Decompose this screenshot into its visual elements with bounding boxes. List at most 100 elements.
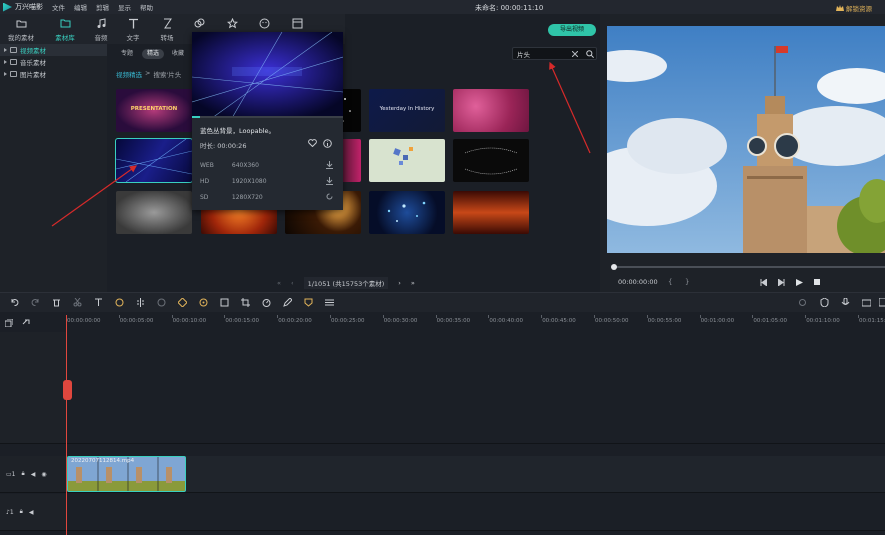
expand-caret-icon[interactable] [4, 72, 7, 76]
tree-item-label: 图片素材 [20, 71, 46, 79]
menu-view[interactable]: 显示 [118, 2, 131, 12]
eye-icon[interactable]: ◉ [41, 471, 46, 478]
color-icon[interactable] [199, 298, 208, 307]
filter-topics[interactable]: 专题 [116, 49, 138, 59]
ruler-tick-label: 00:00:10:00 [172, 318, 207, 324]
filter-favorites[interactable]: 收藏 [167, 49, 189, 59]
ruler-tick-label: 00:01:10:00 [806, 318, 840, 324]
first-page-icon[interactable]: « [277, 279, 281, 287]
voiceover-icon[interactable] [841, 298, 850, 307]
tree-item-music[interactable]: 音乐素材 [0, 56, 107, 68]
volume-icon[interactable]: ◀︎ [31, 471, 36, 478]
lock-icon[interactable]: 🔒︎ [20, 508, 23, 516]
pen-icon[interactable] [283, 298, 292, 307]
favorite-heart-icon[interactable] [308, 139, 317, 147]
play-pause-icon[interactable] [778, 279, 785, 286]
fit-icon[interactable] [220, 298, 229, 307]
next-page-icon[interactable]: › [398, 279, 401, 287]
tree-item-video[interactable]: 视频素材 [0, 44, 107, 56]
breadcrumb-root[interactable]: 视频精选 [116, 69, 142, 79]
stop-icon[interactable] [814, 279, 820, 285]
video-preview[interactable] [607, 26, 885, 253]
tab-stickers[interactable] [249, 18, 279, 29]
volume-icon[interactable]: ◀︎ [29, 509, 34, 516]
menu-edit[interactable]: 编辑 [74, 2, 87, 12]
download-icon[interactable] [326, 177, 333, 185]
expand-caret-icon[interactable] [4, 48, 7, 52]
tab-effects[interactable] [184, 18, 214, 29]
split-icon[interactable] [136, 298, 145, 307]
search-input[interactable] [517, 49, 569, 59]
redo-icon[interactable] [31, 298, 40, 307]
render-icon[interactable] [798, 298, 807, 307]
delete-icon[interactable] [52, 298, 61, 307]
tab-elements[interactable] [217, 18, 247, 29]
expand-caret-icon[interactable] [4, 60, 7, 64]
tab-split-screen[interactable] [282, 18, 312, 29]
prev-frame-icon[interactable] [760, 279, 767, 286]
audio-mixer-icon[interactable] [325, 298, 334, 307]
breadcrumb: 视频精选 > 搜索'片头 [116, 69, 181, 79]
media-thumb[interactable] [453, 191, 529, 234]
menu-file[interactable]: 文件 [52, 2, 65, 12]
media-thumb[interactable] [453, 89, 529, 132]
scrubber-knob[interactable] [611, 264, 617, 270]
tab-my-media[interactable]: 我的素材 [6, 18, 36, 42]
tab-text[interactable]: 文字 [118, 18, 148, 42]
add-track-icon[interactable] [5, 319, 13, 327]
keyframe-icon[interactable] [178, 298, 187, 307]
empty-lane[interactable] [66, 332, 885, 444]
timeline-ruler[interactable]: 00:00:00:00 00:00:05:00 00:00:10:00 00:00:1… [66, 315, 885, 329]
speed-icon[interactable] [115, 298, 124, 307]
library-panel: 专题 精选 收藏 视频精选 > 搜索'片头 PRESENTATION Yeste… [107, 44, 600, 292]
playhead[interactable] [66, 315, 67, 535]
text-tool-icon[interactable] [94, 298, 103, 307]
video-clip[interactable]: 20220707112814.mp4 [67, 456, 186, 492]
snapshot-icon[interactable] [862, 298, 871, 307]
clock-tower-image [607, 26, 885, 253]
cut-icon[interactable] [73, 298, 82, 307]
vip-unlock-button[interactable]: 解锁资源 [836, 3, 872, 13]
timer-icon[interactable] [262, 298, 271, 307]
download-icon[interactable] [326, 161, 333, 169]
marker-icon[interactable] [304, 298, 313, 307]
media-thumb[interactable] [369, 191, 445, 234]
export-video-button[interactable]: 导出视频 [548, 24, 596, 36]
prev-page-icon[interactable]: ‹ [291, 279, 294, 287]
tree-item-image[interactable]: 图片素材 [0, 68, 107, 80]
crop-icon[interactable] [241, 298, 250, 307]
menu-clip[interactable]: 剪辑 [96, 2, 109, 12]
mark-out-icon[interactable]: } [685, 278, 689, 286]
link-icon[interactable] [22, 319, 30, 327]
filter-featured[interactable]: 精选 [142, 49, 165, 59]
lock-icon[interactable]: 🔒︎ [22, 470, 25, 478]
info-icon[interactable] [323, 139, 332, 148]
video-track-label: ▭1 [6, 470, 16, 478]
tab-transition[interactable]: 转场 [152, 18, 182, 42]
video-lane[interactable] [66, 456, 885, 493]
shield-icon[interactable] [820, 298, 829, 307]
last-page-icon[interactable]: » [411, 279, 415, 287]
media-thumb[interactable]: PRESENTATION [116, 89, 192, 132]
tab-label: 音频 [94, 34, 108, 42]
clear-search-icon[interactable] [572, 51, 578, 57]
mark-in-icon[interactable]: { [668, 278, 672, 286]
tab-library[interactable]: 素材库 [50, 18, 80, 42]
menu-help[interactable]: 帮助 [140, 2, 153, 12]
media-thumb-selected[interactable] [115, 138, 193, 183]
playhead-handle[interactable] [63, 380, 72, 400]
media-thumb[interactable]: Yesterday In History [369, 89, 445, 132]
refresh-icon[interactable] [326, 193, 333, 201]
zoom-fit-icon[interactable] [879, 298, 885, 307]
media-thumb[interactable] [369, 139, 445, 182]
media-thumb[interactable] [453, 139, 529, 182]
audio-track-number: 1 [9, 508, 14, 516]
media-thumb[interactable] [116, 191, 192, 234]
audio-lane[interactable] [66, 494, 885, 531]
preview-scrubber[interactable] [611, 264, 885, 270]
undo-icon[interactable] [10, 298, 19, 307]
play-icon[interactable] [796, 279, 803, 286]
tab-audio[interactable]: 音频 [86, 18, 116, 42]
search-icon[interactable] [586, 50, 594, 58]
rotate-icon[interactable] [157, 298, 166, 307]
